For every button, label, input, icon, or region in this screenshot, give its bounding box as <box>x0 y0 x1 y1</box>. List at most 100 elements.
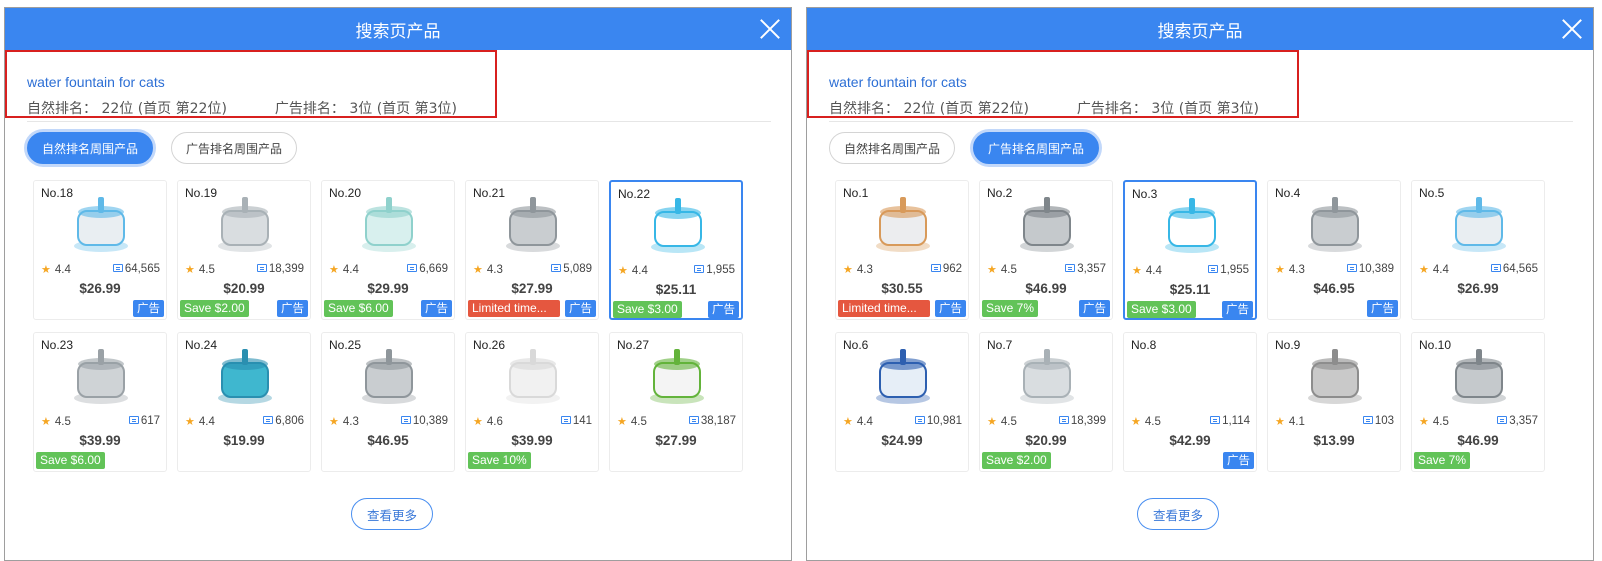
product-rank: No.7 <box>987 338 1013 352</box>
product-stats: ★ 4.4 1,955 <box>618 264 735 277</box>
product-price: $26.99 <box>79 281 121 296</box>
rating: ★ 4.5 <box>1419 415 1449 428</box>
review-count: 10,389 <box>412 415 448 427</box>
product-price: $26.99 <box>1457 281 1499 296</box>
product-stats: ★ 4.5 38,187 <box>617 415 736 428</box>
green-flower-fountain-icon <box>642 343 712 407</box>
keyword-link[interactable]: water fountain for cats <box>27 74 165 90</box>
product-price: $27.99 <box>511 281 553 296</box>
ad-rank-value: 3位 (首页 第3位) <box>1151 101 1259 117</box>
product-price: $46.95 <box>1313 281 1355 296</box>
badge-row: Limited time... 广告 <box>468 300 596 317</box>
steel-fountain-icon <box>1012 191 1082 255</box>
rating-value: 4.1 <box>1288 416 1305 428</box>
blue-flower-fountain-icon <box>643 192 713 256</box>
badge-row <box>180 452 308 469</box>
promo-badge: Save 10% <box>468 452 531 469</box>
view-more-button[interactable]: 查看更多 <box>351 498 433 530</box>
tab-organic-nearby[interactable]: 自然排名周围产品 <box>829 132 956 164</box>
review-icon <box>400 416 411 424</box>
product-card[interactable]: No.8 ★ 4.5 1,114 $42.99 广告 <box>1123 332 1257 472</box>
star-icon: ★ <box>41 416 51 428</box>
product-card[interactable]: No.1 ★ 4.3 962 $30.55 Limited time... 广告 <box>835 180 969 320</box>
product-card[interactable]: No.3 ★ 4.4 1,955 $25.11 Save $3.00 广告 <box>1123 180 1257 320</box>
star-icon: ★ <box>1131 416 1141 428</box>
product-card[interactable]: No.10 ★ 4.5 3,357 $46.99 Save 7% <box>1411 332 1545 472</box>
badge-row <box>838 452 966 469</box>
badge-row: Save 7% 广告 <box>982 300 1110 317</box>
dome-fountain-icon <box>1300 343 1370 407</box>
rating-value: 4.3 <box>856 264 873 276</box>
steel-fountain-icon <box>1444 343 1514 407</box>
tab-ad-nearby[interactable]: 广告排名周围产品 <box>973 132 1100 164</box>
rating-value: 4.3 <box>1288 264 1305 276</box>
product-card[interactable]: No.4 ★ 4.3 10,389 $46.95 广告 <box>1267 180 1401 320</box>
product-card[interactable]: No.26 ★ 4.6 141 $39.99 Save 10% <box>465 332 599 472</box>
review-icon <box>930 264 941 272</box>
rating: ★ 4.3 <box>1275 263 1305 276</box>
promo-badge: Limited time... <box>468 300 560 317</box>
product-price: $13.99 <box>1313 433 1355 448</box>
product-card[interactable]: No.7 ★ 4.5 18,399 $20.99 Save $2.00 <box>979 332 1113 472</box>
reviews: 18,399 <box>256 263 304 276</box>
product-price: $19.99 <box>223 433 265 448</box>
product-card[interactable]: No.27 ★ 4.5 38,187 $27.99 <box>609 332 743 472</box>
product-card[interactable]: No.20 ★ 4.4 6,669 $29.99 Save $6.00 广告 <box>321 180 455 320</box>
reviews: 64,565 <box>1490 263 1538 276</box>
review-icon <box>407 264 418 272</box>
tab-organic-nearby[interactable]: 自然排名周围产品 <box>27 132 154 164</box>
product-card[interactable]: No.21 ★ 4.3 5,089 $27.99 Limited time... 广告 <box>465 180 599 320</box>
review-count: 5,089 <box>563 263 592 275</box>
rating: ★ 4.4 <box>843 415 873 428</box>
product-price: $20.99 <box>1025 433 1067 448</box>
review-count: 6,806 <box>275 415 304 427</box>
promo-badge: Save $2.00 <box>180 300 249 317</box>
product-card[interactable]: No.24 ★ 4.4 6,806 $19.99 <box>177 332 311 472</box>
ad-badge: 广告 <box>565 300 596 317</box>
rank-summary: 自然排名： 22位 (首页 第22位) 广告排名： 3位 (首页 第3位) <box>27 98 457 118</box>
badge-row: Save $3.00 广告 <box>1127 301 1253 318</box>
round-white-fountain-icon <box>498 343 568 407</box>
product-card[interactable]: No.22 ★ 4.4 1,955 $25.11 Save $3.00 广告 <box>609 180 743 320</box>
promo-badge: Save $6.00 <box>324 300 393 317</box>
badge-row: Save $3.00 广告 <box>613 301 739 318</box>
steel-bowl-fountain-icon <box>1300 191 1370 255</box>
badge-row <box>612 452 740 469</box>
product-card[interactable]: No.2 ★ 4.5 3,357 $46.99 Save 7% 广告 <box>979 180 1113 320</box>
reviews: 6,806 <box>263 415 304 428</box>
product-card[interactable]: No.23 ★ 4.5 617 $39.99 Save $6.00 <box>33 332 167 472</box>
product-stats: ★ 4.5 617 <box>41 415 160 428</box>
keyword-link[interactable]: water fountain for cats <box>829 74 967 90</box>
ad-badge: 广告 <box>277 300 308 317</box>
rating-value: 4.4 <box>342 264 359 276</box>
review-icon <box>263 416 274 424</box>
review-count: 1,114 <box>1222 415 1250 427</box>
review-count: 18,399 <box>1070 415 1106 427</box>
product-card[interactable]: No.25 ★ 4.3 10,389 $46.95 <box>321 332 455 472</box>
review-count: 10,389 <box>1358 263 1394 275</box>
rating: ★ 4.5 <box>1131 415 1161 428</box>
product-stats: ★ 4.3 10,389 <box>329 415 448 428</box>
close-icon[interactable] <box>759 18 781 40</box>
product-stats: ★ 4.4 6,669 <box>329 263 448 276</box>
product-stats: ★ 4.5 3,357 <box>1419 415 1538 428</box>
product-card[interactable]: No.19 ★ 4.5 18,399 $20.99 Save $2.00 广告 <box>177 180 311 320</box>
product-card[interactable]: No.9 ★ 4.1 103 $13.99 <box>1267 332 1401 472</box>
product-card[interactable]: No.5 ★ 4.4 64,565 $26.99 <box>1411 180 1545 320</box>
rating-value: 4.4 <box>1432 264 1449 276</box>
review-icon <box>128 416 139 424</box>
rating-value: 4.5 <box>54 416 71 428</box>
close-icon[interactable] <box>1561 18 1583 40</box>
dialog-title: 搜索页产品 <box>1157 21 1243 42</box>
badge-row: 广告 <box>1270 300 1398 317</box>
review-icon <box>694 265 705 273</box>
product-card[interactable]: No.18 ★ 4.4 64,565 $26.99 广告 <box>33 180 167 320</box>
star-icon: ★ <box>843 264 853 276</box>
product-card[interactable]: No.6 ★ 4.4 10,981 $24.99 <box>835 332 969 472</box>
tab-ad-nearby[interactable]: 广告排名周围产品 <box>171 132 298 164</box>
reviews: 6,669 <box>407 263 448 276</box>
view-more-button[interactable]: 查看更多 <box>1137 498 1219 530</box>
product-price: $42.99 <box>1169 433 1211 448</box>
steel-bowl-fountain-icon <box>498 191 568 255</box>
star-icon: ★ <box>1419 416 1429 428</box>
